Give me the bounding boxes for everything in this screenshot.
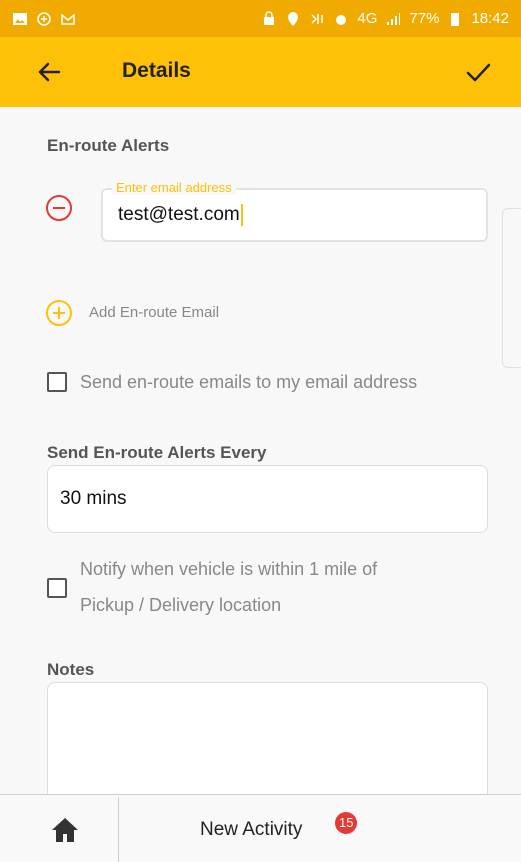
alarm-icon xyxy=(336,14,347,25)
proximity-notify-checkbox[interactable] xyxy=(47,578,67,598)
clock: 18:42 xyxy=(471,10,509,27)
network-type: 4G xyxy=(357,10,378,27)
remove-circle-icon[interactable] xyxy=(44,193,74,223)
pin-icon xyxy=(288,11,299,26)
alert-frequency-value: 30 mins xyxy=(60,488,127,509)
side-drawer-handle[interactable] xyxy=(502,208,521,368)
en-route-alerts-heading: En-route Alerts xyxy=(47,136,170,155)
activity-count-badge: 15 xyxy=(335,812,358,834)
battery-icon xyxy=(451,12,460,26)
add-circle-icon[interactable] xyxy=(44,298,74,328)
status-right: 4G 77% 18:42 xyxy=(261,10,509,27)
status-bar: 4G 77% 18:42 xyxy=(0,0,521,37)
checkmark-icon[interactable] xyxy=(461,55,495,89)
notes-heading: Notes xyxy=(47,660,95,679)
back-arrow-icon[interactable] xyxy=(32,55,66,89)
email-field-label: Enter email address xyxy=(112,180,236,195)
location-icon xyxy=(37,11,51,26)
battery-percent: 77% xyxy=(409,10,440,27)
proximity-label-line1: Notify when vehicle is within 1 mile of xyxy=(80,559,378,579)
notes-input[interactable] xyxy=(47,682,488,812)
nfc-icon xyxy=(311,13,324,24)
self-email-checkbox[interactable] xyxy=(47,372,67,392)
lock-icon xyxy=(264,10,275,25)
add-en-route-email-button[interactable]: Add En-route Email xyxy=(89,304,219,321)
home-icon[interactable] xyxy=(50,815,80,845)
bottom-bar: New Activity 15 xyxy=(0,794,521,862)
self-email-label: Send en-route emails to my email address xyxy=(80,372,418,392)
mail-icon xyxy=(61,12,75,25)
proximity-label-line2: Pickup / Delivery location xyxy=(80,595,282,615)
image-icon xyxy=(13,12,27,25)
signal-icon xyxy=(387,12,401,25)
status-left xyxy=(12,11,76,27)
app-bar: Details xyxy=(0,37,521,107)
alert-frequency-heading: Send En-route Alerts Every xyxy=(47,443,267,462)
email-field-value[interactable]: test@test.com xyxy=(118,204,243,226)
bottom-bar-divider xyxy=(118,797,119,862)
page-title: Details xyxy=(122,59,191,82)
new-activity-button[interactable]: New Activity xyxy=(200,819,302,841)
